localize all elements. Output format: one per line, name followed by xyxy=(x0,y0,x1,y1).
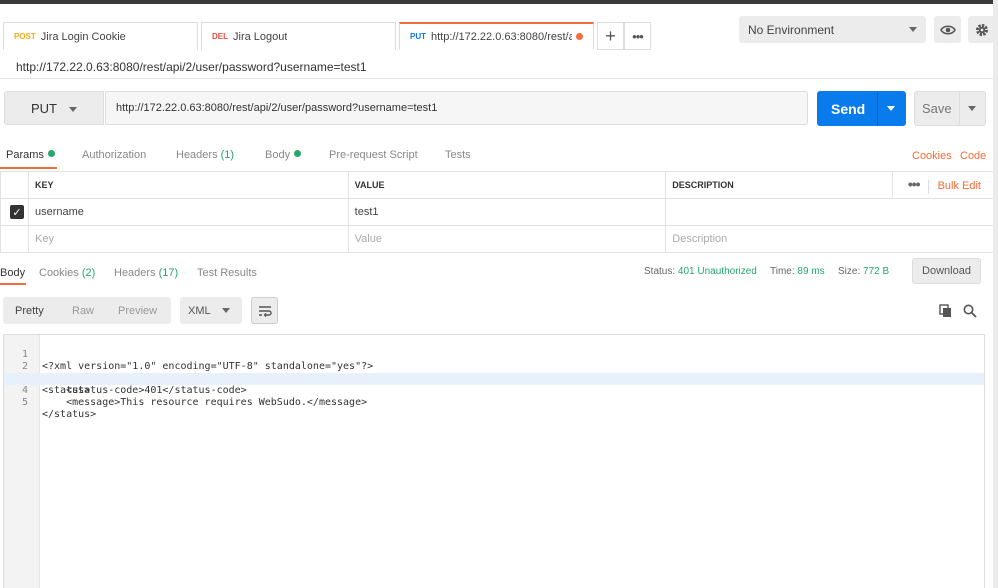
param-enabled-checkbox[interactable]: ✓ xyxy=(10,205,24,219)
request-section-tabs: Params Authorization Headers (1) Body Pr… xyxy=(0,141,998,171)
tab-tests[interactable]: Tests xyxy=(445,149,471,161)
url-bar-row: PUT Send Save xyxy=(0,78,998,134)
column-header-value: VALUE xyxy=(347,171,667,199)
tab-method-badge: POST xyxy=(14,32,36,41)
params-indicator-dot-icon xyxy=(47,150,55,157)
code-line: 1 <?xml version="1.0" encoding="UTF-8" s… xyxy=(21,349,374,372)
send-button-label: Send xyxy=(831,100,866,117)
new-param-description-input[interactable]: Description xyxy=(665,225,994,253)
code-link[interactable]: Code xyxy=(960,150,986,162)
http-method-select[interactable]: PUT xyxy=(4,91,104,125)
column-header-key: KEY xyxy=(27,171,349,199)
http-method-value: PUT xyxy=(31,100,57,116)
save-button[interactable]: Save xyxy=(914,91,986,126)
response-time[interactable]: Time: 89 ms xyxy=(770,266,825,277)
save-options-chevron-down-icon[interactable] xyxy=(968,106,976,111)
manage-environments-gear-icon[interactable] xyxy=(968,16,995,43)
request-tab-post[interactable]: POST Jira Login Cookie xyxy=(3,22,198,50)
send-options-chevron-down-icon[interactable] xyxy=(887,106,895,111)
view-raw-button[interactable]: Raw xyxy=(72,305,94,317)
param-key-cell[interactable]: username xyxy=(27,198,349,226)
cookies-link[interactable]: Cookies xyxy=(912,150,952,162)
table-row-new: Key Value Description xyxy=(0,225,994,253)
response-format-select[interactable]: XML xyxy=(180,297,242,324)
new-param-value-input[interactable]: Value xyxy=(347,225,667,253)
active-response-tab-underline xyxy=(0,283,26,285)
tab-body[interactable]: Body xyxy=(265,149,302,161)
environment-select-value: No Environment xyxy=(748,22,835,37)
chevron-down-icon xyxy=(69,107,77,112)
search-icon[interactable] xyxy=(963,304,977,321)
code-line: 3 <status-code>401</status-code> xyxy=(22,373,247,396)
bulk-edit-link[interactable]: Bulk Edit xyxy=(938,180,981,192)
response-tab-cookies[interactable]: Cookies (2) xyxy=(39,267,95,279)
table-row: ✓ username test1 xyxy=(0,198,994,226)
response-size[interactable]: Size: 772 B xyxy=(838,266,889,277)
tab-method-badge: DEL xyxy=(212,32,228,41)
size-value: 772 B xyxy=(863,266,890,277)
request-tab-put[interactable]: PUT http://172.22.0.63:8080/rest/api/2 xyxy=(399,22,594,50)
response-tab-test-results[interactable]: Test Results xyxy=(197,267,257,279)
response-view-toolbar: Pretty Raw Preview XML xyxy=(0,297,998,327)
response-tab-body[interactable]: Body xyxy=(0,267,25,279)
request-tab-del[interactable]: DEL Jira Logout xyxy=(201,22,396,50)
environment-select[interactable]: No Environment xyxy=(739,16,926,43)
tab-method-badge: PUT xyxy=(410,32,426,41)
view-preview-button[interactable]: Preview xyxy=(118,305,157,317)
tab-overflow-more-icon[interactable]: ••• xyxy=(624,22,651,50)
tab-title: Jira Logout xyxy=(233,30,288,43)
active-tab-underline xyxy=(0,167,57,169)
request-tab-bar: POST Jira Login Cookie DEL Jira Logout P… xyxy=(0,4,998,50)
tab-pre-request-script[interactable]: Pre-request Script xyxy=(329,149,418,161)
code-line: 5 </status> xyxy=(21,397,97,420)
status-value: 401 Unauthorized xyxy=(677,266,757,277)
response-section-tabs: Body Cookies (2) Headers (17) Test Resul… xyxy=(0,258,998,288)
send-button[interactable]: Send xyxy=(817,91,906,126)
params-table: KEY VALUE DESCRIPTION ••• Bulk Edit ✓ us… xyxy=(0,171,994,253)
new-param-key-input[interactable]: Key xyxy=(27,225,349,253)
code-line: 2 ▾ <status> xyxy=(21,361,91,396)
request-url-input[interactable] xyxy=(105,91,808,125)
column-header-description: DESCRIPTION xyxy=(665,171,893,199)
unsaved-dot-icon xyxy=(576,33,583,40)
response-headers-count: (17) xyxy=(158,267,179,279)
param-description-cell[interactable] xyxy=(665,198,994,226)
save-button-label: Save xyxy=(922,101,952,116)
response-format-value: XML xyxy=(188,304,211,317)
headers-count: (1) xyxy=(220,149,235,161)
response-status[interactable]: Status: 401 Unauthorized xyxy=(644,266,757,277)
request-title[interactable]: http://172.22.0.63:8080/rest/api/2/user/… xyxy=(16,60,367,74)
body-indicator-dot-icon xyxy=(294,150,302,157)
copy-icon[interactable] xyxy=(939,304,953,321)
cookies-count: (2) xyxy=(81,267,96,279)
tab-authorization[interactable]: Authorization xyxy=(82,149,146,161)
environment-quick-look-eye-icon[interactable] xyxy=(934,16,961,43)
table-options-more-icon[interactable]: ••• xyxy=(908,176,921,192)
download-button[interactable]: Download xyxy=(912,258,981,284)
tab-params[interactable]: Params xyxy=(6,149,55,161)
param-value-cell[interactable]: test1 xyxy=(347,198,667,226)
new-tab-plus-icon[interactable]: + xyxy=(597,22,624,50)
params-table-header-row: KEY VALUE DESCRIPTION ••• Bulk Edit xyxy=(0,171,994,199)
tab-title: Jira Login Cookie xyxy=(40,30,126,43)
response-tab-headers[interactable]: Headers (17) xyxy=(114,267,178,279)
view-mode-segmented-control: Pretty Raw Preview xyxy=(3,297,171,324)
code-line-highlighted: 4 <message>This resource requires WebSud… xyxy=(4,373,984,408)
window-scrollbar[interactable] xyxy=(993,0,998,588)
view-pretty-button[interactable]: Pretty xyxy=(15,305,44,317)
time-value: 89 ms xyxy=(797,266,825,277)
chevron-down-icon xyxy=(909,27,917,32)
tab-title: http://172.22.0.63:8080/rest/api/2 xyxy=(431,30,572,43)
response-body-editor[interactable]: 1 <?xml version="1.0" encoding="UTF-8" s… xyxy=(3,334,985,588)
tab-headers[interactable]: Headers (1) xyxy=(176,149,234,161)
chevron-down-icon xyxy=(222,308,230,313)
wrap-lines-icon[interactable] xyxy=(251,297,278,324)
